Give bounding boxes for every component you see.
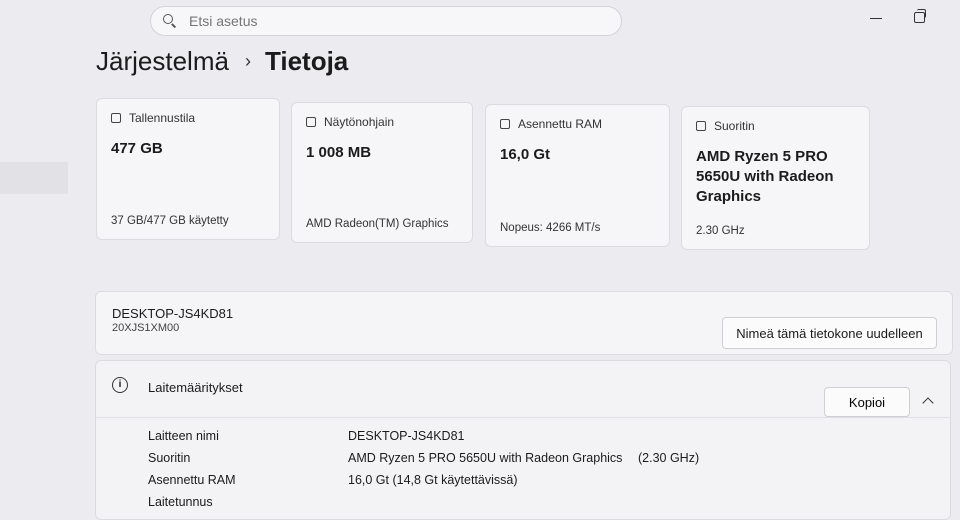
page-title: Tietoja xyxy=(264,46,349,76)
storage-icon xyxy=(111,113,121,123)
search-box[interactable] xyxy=(150,6,622,36)
tile-subtext: 37 GB/477 GB käytetty xyxy=(111,215,229,227)
sidebar-selected-item[interactable] xyxy=(0,162,68,194)
ram-tile[interactable]: Asennettu RAM 16,0 Gt Nopeus: 4266 MT/s xyxy=(485,104,670,247)
ram-icon xyxy=(500,119,510,129)
tile-subtext: AMD Radeon(TM) Graphics xyxy=(306,218,449,230)
tile-label: Asennettu RAM xyxy=(518,117,603,131)
spec-key: Laitteen nimi xyxy=(148,429,219,443)
display-adapter-icon xyxy=(306,117,316,127)
tile-label: Tallennustila xyxy=(129,111,196,125)
tile-subtext: Nopeus: 4266 MT/s xyxy=(500,222,601,234)
tile-subtext: 2.30 GHz xyxy=(696,225,745,237)
device-model: 20XJS1XM00 xyxy=(112,322,180,334)
chevron-up-icon[interactable] xyxy=(922,397,934,409)
tile-value: 16,0 Gt xyxy=(500,146,551,163)
spec-value: 16,0 Gt (14,8 Gt käytettävissä) xyxy=(348,473,518,487)
tile-value: 477 GB xyxy=(111,140,163,157)
spec-value: DESKTOP-JS4KD81 xyxy=(348,429,465,443)
storage-tile[interactable]: Tallennustila 477 GB 37 GB/477 GB käytet… xyxy=(96,98,280,240)
tile-value: AMD Ryzen 5 PRO 5650U with Radeon Graphi… xyxy=(696,148,834,205)
tile-label: Näytönohjain xyxy=(324,115,395,129)
breadcrumb: Järjestelmä › Tietoja xyxy=(96,46,348,77)
spec-value: AMD Ryzen 5 PRO 5650U with Radeon Graphi… xyxy=(348,451,623,465)
rename-pc-button[interactable]: Nimeä tämä tietokone uudelleen xyxy=(722,317,937,349)
copy-button[interactable]: Kopioi xyxy=(824,387,910,417)
specs-title: Laitemääritykset xyxy=(148,380,243,395)
device-specifications-panel: i Laitemääritykset Kopioi Laitteen nimi … xyxy=(95,360,951,520)
search-icon xyxy=(163,14,177,28)
spec-key: Laitetunnus xyxy=(148,495,213,509)
processor-tile[interactable]: Suoritin AMD Ryzen 5 PRO 5650U with Rade… xyxy=(681,106,870,250)
restore-icon[interactable] xyxy=(914,9,926,23)
specs-header[interactable]: i Laitemääritykset Kopioi xyxy=(96,361,950,418)
tile-label: Suoritin xyxy=(714,119,755,133)
search-input[interactable] xyxy=(187,12,591,30)
processor-icon xyxy=(696,121,706,131)
tile-value: 1 008 MB xyxy=(306,144,372,161)
spec-key: Suoritin xyxy=(148,451,191,465)
chevron-right-icon: › xyxy=(244,51,251,71)
spec-key: Asennettu RAM xyxy=(148,473,236,487)
minimize-icon[interactable] xyxy=(870,18,882,19)
device-name-panel: DESKTOP-JS4KD81 20XJS1XM00 Nimeä tämä ti… xyxy=(95,291,953,355)
spec-extra: (2.30 GHz) xyxy=(638,451,700,465)
info-icon: i xyxy=(112,377,128,393)
device-name: DESKTOP-JS4KD81 xyxy=(112,306,234,321)
breadcrumb-parent[interactable]: Järjestelmä xyxy=(96,46,229,77)
graphics-tile[interactable]: Näytönohjain 1 008 MB AMD Radeon(TM) Gra… xyxy=(291,102,473,243)
